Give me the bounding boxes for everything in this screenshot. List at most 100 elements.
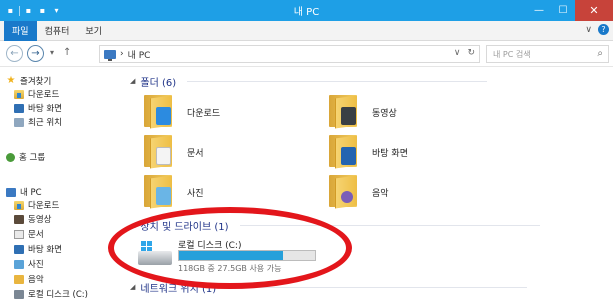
maximize-button[interactable]: ☐ <box>551 0 575 21</box>
downloads-icon <box>14 89 24 99</box>
homegroup-icon <box>6 152 15 162</box>
nav-label: 음악 <box>28 275 44 285</box>
music-icon <box>14 274 24 284</box>
nav-this-pc[interactable]: 내 PC <box>6 185 42 199</box>
folder-documents[interactable]: 문서 <box>144 132 204 172</box>
tab-computer[interactable]: 컴퓨터 <box>37 21 78 41</box>
nav-pc-downloads[interactable]: 다운로드 <box>14 198 59 212</box>
videos-icon <box>14 214 24 224</box>
computer-icon <box>104 49 116 61</box>
desktop-icon <box>14 103 24 113</box>
drive-icon <box>138 241 172 269</box>
videos-folder-icon <box>329 92 363 132</box>
drive-free-space: 118GB 중 27.5GB 사용 가능 <box>178 264 282 273</box>
nav-label: 즐겨찾기 <box>20 77 52 87</box>
tab-view[interactable]: 보기 <box>77 21 110 41</box>
explorer-app-icon[interactable]: ▪ <box>5 6 16 16</box>
nav-pc-videos[interactable]: 동영상 <box>14 212 51 226</box>
group-title: 장치 및 드라이브 (1) <box>140 221 229 233</box>
breadcrumb-this-pc[interactable]: 내 PC <box>128 48 151 61</box>
nav-label: 동영상 <box>28 215 52 225</box>
nav-pc-documents[interactable]: 문서 <box>14 227 44 241</box>
address-row: ← → ▾ ↑ › 내 PC ∨ ↻ 내 PC 검색 ⌕ <box>0 41 613 67</box>
group-divider <box>227 286 528 288</box>
toolbar-separator <box>19 5 20 16</box>
drive-usage-bar <box>178 250 316 261</box>
nav-label: 다운로드 <box>28 90 60 100</box>
drive-local-disk-c[interactable]: 로컬 디스크 (C:) 118GB 중 27.5GB 사용 가능 <box>138 237 338 273</box>
nav-pc-music[interactable]: 음악 <box>14 272 44 286</box>
folder-label: 동영상 <box>372 108 397 119</box>
folder-music[interactable]: 음악 <box>329 172 389 212</box>
nav-homegroup[interactable]: 홈 그룹 <box>6 150 45 164</box>
collapse-icon[interactable]: ◢ <box>130 283 135 291</box>
new-folder-icon[interactable]: ▪ <box>37 6 48 16</box>
computer-icon <box>6 187 16 197</box>
nav-pc-desktop[interactable]: 바탕 화면 <box>14 242 62 256</box>
folder-label: 사진 <box>187 188 204 199</box>
nav-label: 바탕 화면 <box>28 104 62 114</box>
drive-icon <box>14 289 24 299</box>
tab-file[interactable]: 파일 <box>4 20 37 41</box>
help-icon[interactable]: ? <box>598 24 609 35</box>
group-title: 네트워크 위치 (1) <box>140 283 217 295</box>
content-area: ◢ 폴더 (6) 다운로드 동영상 문서 바탕 화면 사진 음악 ◢ 장치 및 … <box>124 67 613 305</box>
nav-pc-pictures[interactable]: 사진 <box>14 257 44 271</box>
customize-toolbar-icon[interactable]: ▾ <box>51 6 62 16</box>
star-icon: ★ <box>6 75 16 86</box>
folder-pictures[interactable]: 사진 <box>144 172 204 212</box>
ribbon-tabs: 파일 컴퓨터 보기 ∨ ? <box>0 20 613 41</box>
folder-videos[interactable]: 동영상 <box>329 92 397 132</box>
collapse-icon[interactable]: ◢ <box>130 77 135 85</box>
group-divider <box>187 80 488 82</box>
desktop-folder-icon <box>329 132 363 172</box>
address-dropdown-icon[interactable]: ∨ <box>454 48 461 58</box>
folder-downloads[interactable]: 다운로드 <box>144 92 220 132</box>
minimize-button[interactable]: — <box>527 0 551 21</box>
drive-usage-fill <box>179 251 284 260</box>
nav-label: 문서 <box>28 230 44 240</box>
folder-desktop[interactable]: 바탕 화면 <box>329 132 408 172</box>
nav-favorites[interactable]: ★ 즐겨찾기 <box>6 74 52 88</box>
folders-group-header[interactable]: ◢ 폴더 (6) <box>130 74 488 89</box>
window-title: 내 PC <box>293 7 320 18</box>
expand-ribbon-icon[interactable]: ∨ <box>585 25 592 35</box>
nav-pc-local-disk[interactable]: 로컬 디스크 (C:) <box>14 287 88 301</box>
recent-locations-button[interactable]: ▾ <box>50 48 54 57</box>
pictures-folder-icon <box>144 172 178 212</box>
nav-label: 내 PC <box>20 188 42 198</box>
recent-places-icon <box>14 117 24 127</box>
close-button[interactable]: ✕ <box>575 0 613 21</box>
nav-label: 다운로드 <box>28 201 60 211</box>
downloads-folder-icon <box>144 92 178 132</box>
address-bar[interactable]: › 내 PC ∨ ↻ <box>99 45 480 63</box>
search-icon[interactable]: ⌕ <box>597 48 603 59</box>
search-placeholder: 내 PC 검색 <box>493 49 531 59</box>
path-separator: › <box>120 49 124 59</box>
navigation-pane: ★ 즐겨찾기 다운로드 바탕 화면 최근 위치 홈 그룹 내 PC 다운로드 동… <box>0 67 120 305</box>
documents-folder-icon <box>144 132 178 172</box>
refresh-icon[interactable]: ↻ <box>467 48 475 58</box>
window-controls: — ☐ ✕ <box>527 0 613 21</box>
back-button[interactable]: ← <box>6 45 23 62</box>
nav-favorite-downloads[interactable]: 다운로드 <box>14 87 59 101</box>
desktop-icon <box>14 244 24 254</box>
quick-access-toolbar: ▪ ▪ ▪ ▾ <box>0 0 62 21</box>
nav-label: 사진 <box>28 260 44 270</box>
search-box[interactable]: 내 PC 검색 ⌕ <box>486 45 609 63</box>
folder-label: 바탕 화면 <box>372 148 408 159</box>
folder-label: 다운로드 <box>187 108 221 119</box>
up-button[interactable]: ↑ <box>63 47 71 58</box>
folder-label: 음악 <box>372 188 389 199</box>
nav-favorite-desktop[interactable]: 바탕 화면 <box>14 101 62 115</box>
drives-group-header[interactable]: ◢ 장치 및 드라이브 (1) <box>130 218 540 233</box>
address-tail: ∨ ↻ <box>454 48 475 58</box>
collapse-icon[interactable]: ◢ <box>130 221 135 229</box>
properties-icon[interactable]: ▪ <box>23 6 34 16</box>
nav-label: 홈 그룹 <box>19 153 46 163</box>
forward-button[interactable]: → <box>27 45 44 62</box>
network-group-header[interactable]: ◢ 네트워크 위치 (1) <box>130 280 528 295</box>
pictures-icon <box>14 259 24 269</box>
nav-favorite-recent[interactable]: 최근 위치 <box>14 115 62 129</box>
music-folder-icon <box>329 172 363 212</box>
